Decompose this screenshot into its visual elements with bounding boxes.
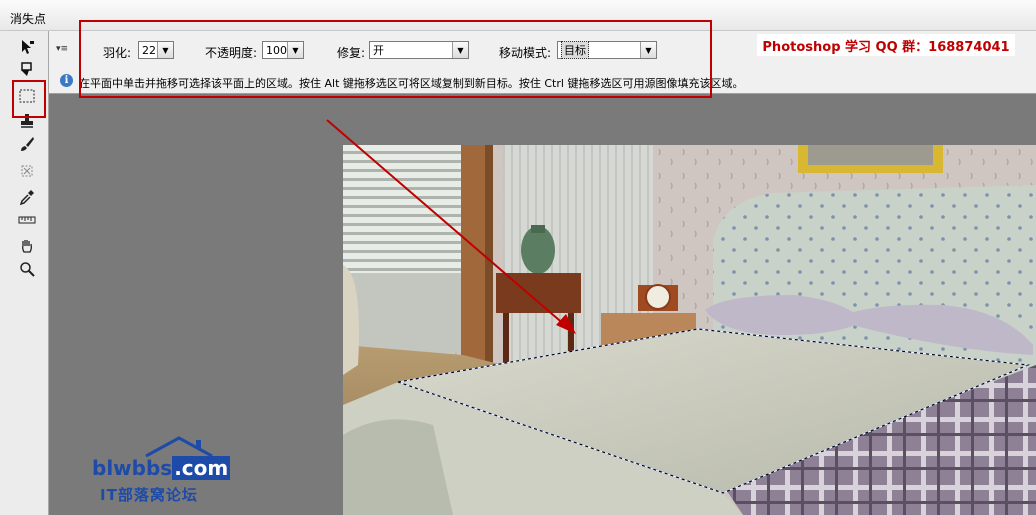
house-icon [145,436,213,458]
watermark-subtitle: IT部落窝论坛 [100,486,198,504]
watermark-logo: blwbbs .com IT部落窝论坛 [92,436,232,506]
options-highlight-box [79,20,712,98]
watermark-domain: blwbbs .com [92,456,231,480]
marquee-tool-highlight-box [12,80,46,118]
